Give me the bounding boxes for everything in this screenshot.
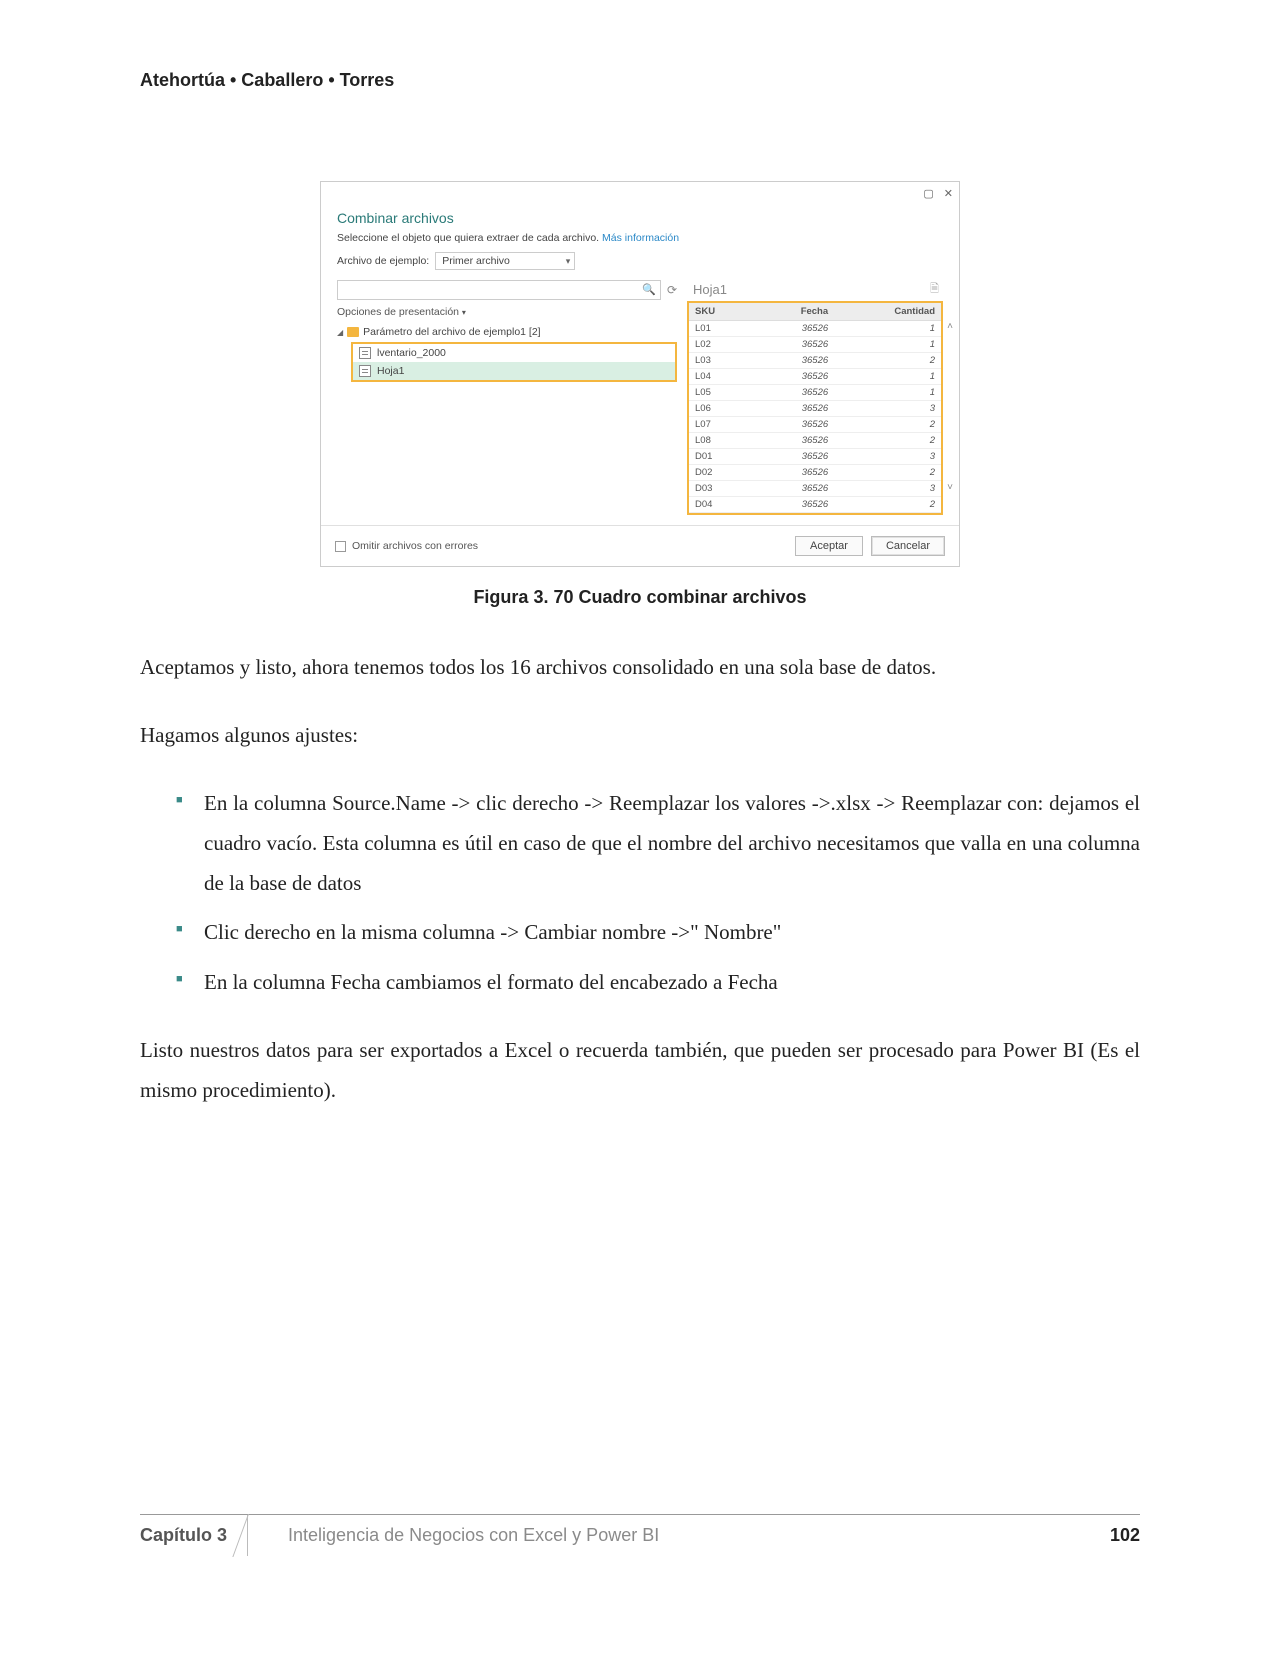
table-row: L04365261 bbox=[689, 369, 941, 385]
table-row: D04365262 bbox=[689, 497, 941, 513]
tree-folder-root[interactable]: ◢ Parámetro del archivo de ejemplo1 [2] bbox=[337, 324, 677, 340]
page-footer: Capítulo 3 Inteligencia de Negocios con … bbox=[140, 1514, 1140, 1556]
body-p3: Listo nuestros datos para ser exportados… bbox=[140, 1031, 1140, 1111]
body-p1: Aceptamos y listo, ahora tenemos todos l… bbox=[140, 648, 1140, 688]
sheet-icon bbox=[359, 365, 371, 377]
footer-book-title: Inteligencia de Negocios con Excel y Pow… bbox=[278, 1515, 1090, 1556]
table-row: D02365262 bbox=[689, 465, 941, 481]
display-options-toggle[interactable]: Opciones de presentación ▾ bbox=[337, 306, 677, 318]
tree-expand-icon: ◢ bbox=[337, 328, 343, 337]
col-cantidad: Cantidad bbox=[834, 303, 941, 321]
preview-table: SKU Fecha Cantidad L01365261L02365261L03… bbox=[689, 303, 941, 513]
figure-caption: Figura 3. 70 Cuadro combinar archivos bbox=[140, 587, 1140, 608]
bullet-3: En la columna Fecha cambiamos el formato… bbox=[176, 963, 1140, 1003]
dialog-subtitle: Seleccione el objeto que quiera extraer … bbox=[337, 232, 943, 244]
tree-item-inventario[interactable]: lventario_2000 bbox=[353, 344, 675, 362]
bullet-2: Clic derecho en la misma columna -> Camb… bbox=[176, 913, 1140, 953]
bullet-1: En la columna Source.Name -> clic derech… bbox=[176, 784, 1140, 904]
table-row: L02365261 bbox=[689, 337, 941, 353]
document-icon: 🗎 bbox=[930, 280, 939, 299]
page-header-authors: Atehortúa • Caballero • Torres bbox=[140, 70, 1140, 91]
table-row: L05365261 bbox=[689, 385, 941, 401]
scroll-down-icon[interactable]: ˅ bbox=[947, 482, 953, 493]
example-file-label: Archivo de ejemplo: bbox=[337, 255, 429, 267]
example-file-select[interactable]: Primer archivo ▾ bbox=[435, 252, 575, 270]
table-row: L03365262 bbox=[689, 353, 941, 369]
footer-chapter: Capítulo 3 bbox=[140, 1515, 248, 1556]
scroll-up-icon[interactable]: ˄ bbox=[947, 321, 953, 332]
col-sku: SKU bbox=[689, 303, 754, 321]
footer-page-number: 102 bbox=[1090, 1515, 1140, 1556]
tree-item-hoja1[interactable]: Hoja1 bbox=[353, 362, 675, 380]
table-row: L07365262 bbox=[689, 417, 941, 433]
preview-title: Hoja1 bbox=[693, 282, 727, 297]
window-close-icon[interactable]: ✕ bbox=[944, 187, 953, 200]
skip-errors-checkbox[interactable] bbox=[335, 541, 346, 552]
col-fecha: Fecha bbox=[754, 303, 834, 321]
search-input[interactable]: 🔍 bbox=[337, 280, 661, 300]
skip-errors-label: Omitir archivos con errores bbox=[352, 540, 478, 552]
table-row: D01365263 bbox=[689, 449, 941, 465]
table-row: D03365263 bbox=[689, 481, 941, 497]
search-icon: 🔍 bbox=[642, 283, 656, 296]
cancel-button[interactable]: Cancelar bbox=[871, 536, 945, 556]
preview-table-box: SKU Fecha Cantidad L01365261L02365261L03… bbox=[687, 301, 943, 515]
more-info-link[interactable]: Más información bbox=[602, 232, 679, 244]
table-row: L06365263 bbox=[689, 401, 941, 417]
chevron-down-icon: ▾ bbox=[566, 256, 571, 267]
refresh-icon[interactable]: ⟳ bbox=[667, 283, 677, 297]
body-p2: Hagamos algunos ajustes: bbox=[140, 716, 1140, 756]
folder-icon bbox=[347, 327, 359, 337]
sheet-icon bbox=[359, 347, 371, 359]
table-row: L08365262 bbox=[689, 433, 941, 449]
table-row: L01365261 bbox=[689, 321, 941, 337]
accept-button[interactable]: Aceptar bbox=[795, 536, 863, 556]
combine-files-dialog: ▢ ✕ Combinar archivos Seleccione el obje… bbox=[320, 181, 960, 567]
dialog-title: Combinar archivos bbox=[337, 210, 943, 226]
window-maximize-icon[interactable]: ▢ bbox=[923, 187, 933, 200]
